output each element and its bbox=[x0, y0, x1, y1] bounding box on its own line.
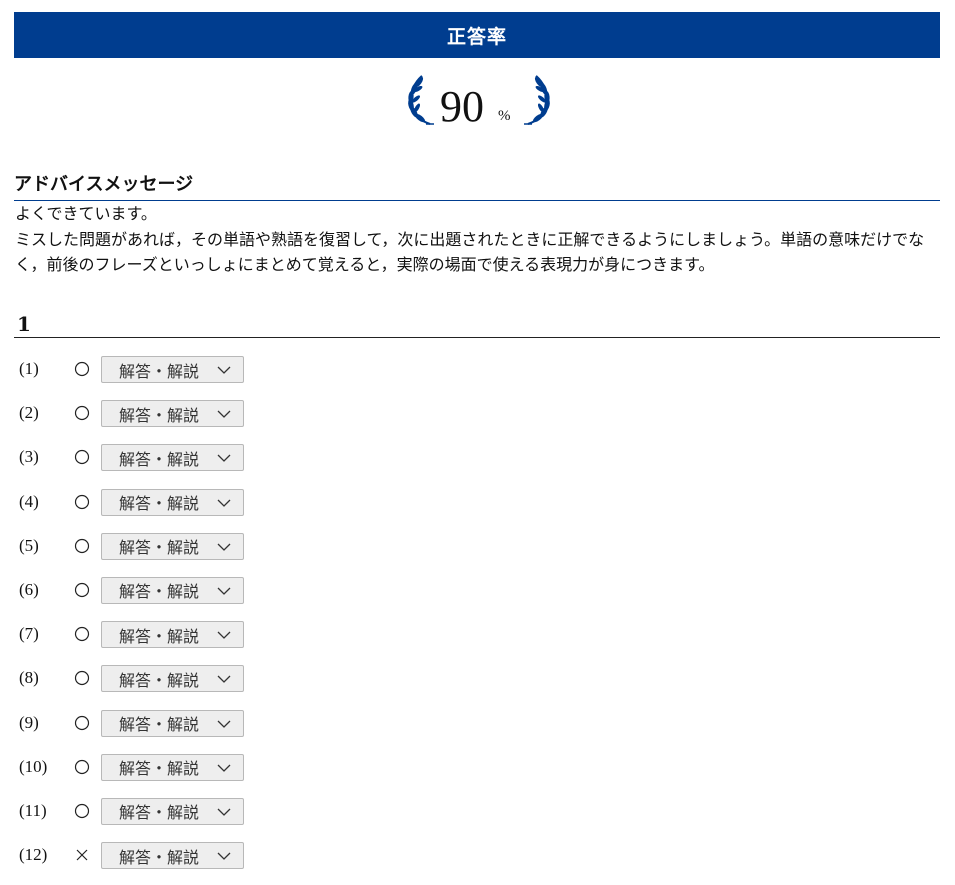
question-list: (1) 解答・解説 (2) 解答・解説 (3) 解答・解説 (4) 解答・解説 (5) 解答・解説… bbox=[14, 355, 940, 885]
chevron-down-icon bbox=[217, 852, 231, 860]
answer-explanation-label: 解答・解説 bbox=[119, 803, 200, 823]
circle-mark-icon bbox=[74, 626, 90, 642]
question-row: (7) 解答・解説 bbox=[14, 620, 940, 664]
chevron-down-icon bbox=[217, 454, 231, 463]
question-number: (12) bbox=[19, 845, 48, 865]
answer-explanation-button[interactable]: 解答・解説 bbox=[101, 753, 244, 781]
question-number: (10) bbox=[19, 756, 48, 776]
answer-explanation-button[interactable]: 解答・解説 bbox=[101, 842, 244, 870]
advice-line: ミスした問題があれば，その単語や熟語を復習して，次に出題されたときに正解できるよ… bbox=[15, 229, 925, 275]
question-number: (3) bbox=[19, 447, 39, 467]
question-row: (12) 解答・解説 bbox=[14, 841, 940, 885]
question-number: (11) bbox=[19, 800, 47, 820]
advice-heading: アドバイスメッセージ bbox=[14, 172, 940, 201]
circle-mark-icon bbox=[74, 538, 90, 554]
answer-explanation-label: 解答・解説 bbox=[119, 715, 200, 734]
laurel-right-icon bbox=[524, 75, 550, 126]
question-number: (8) bbox=[19, 668, 39, 688]
question-row: (5) 解答・解説 bbox=[14, 532, 940, 576]
answer-explanation-label: 解答・解説 bbox=[119, 759, 200, 779]
circle-mark-icon bbox=[74, 361, 90, 377]
circle-mark-icon bbox=[74, 582, 90, 598]
question-number: (9) bbox=[19, 712, 39, 732]
chevron-down-icon bbox=[217, 587, 231, 595]
chevron-down-icon bbox=[217, 366, 231, 374]
question-row: (8) 解答・解説 bbox=[14, 664, 940, 708]
chevron-down-icon bbox=[217, 543, 231, 551]
answer-explanation-button[interactable]: 解答・解説 bbox=[101, 444, 244, 472]
answer-explanation-label: 解答・解説 bbox=[119, 847, 200, 867]
answer-explanation-button[interactable]: 解答・解説 bbox=[101, 576, 244, 604]
answer-explanation-button[interactable]: 解答・解説 bbox=[101, 665, 244, 693]
question-row: (10) 解答・解説 bbox=[14, 753, 940, 797]
chevron-down-icon bbox=[217, 764, 231, 772]
circle-mark-icon bbox=[74, 494, 90, 510]
question-number: (5) bbox=[19, 535, 39, 555]
score-display: 90 % bbox=[402, 72, 552, 132]
answer-explanation-label: 解答・解説 bbox=[119, 449, 200, 469]
answer-explanation-label: 解答・解説 bbox=[119, 494, 200, 514]
chevron-down-icon bbox=[217, 631, 231, 640]
answer-explanation-button[interactable]: 解答・解説 bbox=[101, 797, 244, 825]
answer-explanation-button[interactable]: 解答・解説 bbox=[101, 400, 244, 428]
question-number: (4) bbox=[19, 491, 39, 511]
chevron-down-icon bbox=[217, 808, 231, 816]
chevron-down-icon bbox=[217, 410, 231, 419]
cross-mark-icon bbox=[74, 847, 90, 863]
question-number: (7) bbox=[19, 624, 39, 644]
chevron-down-icon bbox=[217, 499, 231, 507]
answer-explanation-button[interactable]: 解答・解説 bbox=[101, 356, 244, 383]
accuracy-header: 正答率 bbox=[14, 12, 940, 58]
question-number: (1) bbox=[19, 359, 39, 378]
advice-message: よくできています。 ミスした問題があれば，その単語や熟語を復習して，次に出題され… bbox=[15, 201, 935, 278]
question-row: (3) 解答・解説 bbox=[14, 443, 940, 487]
section-heading: 1 bbox=[14, 310, 940, 338]
circle-mark-icon bbox=[74, 449, 90, 465]
answer-explanation-label: 解答・解説 bbox=[119, 538, 200, 558]
chevron-down-icon bbox=[217, 675, 231, 684]
circle-mark-icon bbox=[74, 405, 90, 421]
chevron-down-icon bbox=[217, 720, 231, 728]
circle-mark-icon bbox=[74, 759, 90, 775]
question-row: (11) 解答・解説 bbox=[14, 797, 940, 841]
question-row: (2) 解答・解説 bbox=[14, 399, 940, 443]
accuracy-title: 正答率 bbox=[446, 25, 507, 48]
answer-explanation-button[interactable]: 解答・解説 bbox=[101, 532, 244, 560]
laurel-left-icon bbox=[408, 75, 434, 126]
answer-explanation-label: 解答・解説 bbox=[119, 405, 200, 425]
question-number: (6) bbox=[19, 579, 39, 599]
question-row: (9) 解答・解説 bbox=[14, 709, 940, 753]
question-row: (1) 解答・解説 bbox=[14, 355, 940, 399]
answer-explanation-label: 解答・解説 bbox=[119, 361, 200, 381]
advice-line: よくできています。 bbox=[15, 204, 157, 223]
answer-explanation-label: 解答・解説 bbox=[119, 582, 200, 602]
circle-mark-icon bbox=[74, 715, 90, 731]
answer-explanation-button[interactable]: 解答・解説 bbox=[101, 709, 244, 737]
question-number: (2) bbox=[19, 403, 39, 423]
answer-explanation-button[interactable]: 解答・解説 bbox=[101, 488, 244, 516]
answer-explanation-label: 解答・解説 bbox=[119, 670, 200, 690]
score-unit: % bbox=[498, 108, 511, 124]
question-row: (6) 解答・解説 bbox=[14, 576, 940, 620]
score-value: 90 bbox=[440, 82, 484, 131]
answer-explanation-button[interactable]: 解答・解説 bbox=[101, 621, 244, 649]
question-row: (4) 解答・解説 bbox=[14, 488, 940, 532]
circle-mark-icon bbox=[74, 803, 90, 819]
answer-explanation-label: 解答・解説 bbox=[119, 626, 200, 646]
circle-mark-icon bbox=[74, 670, 90, 686]
